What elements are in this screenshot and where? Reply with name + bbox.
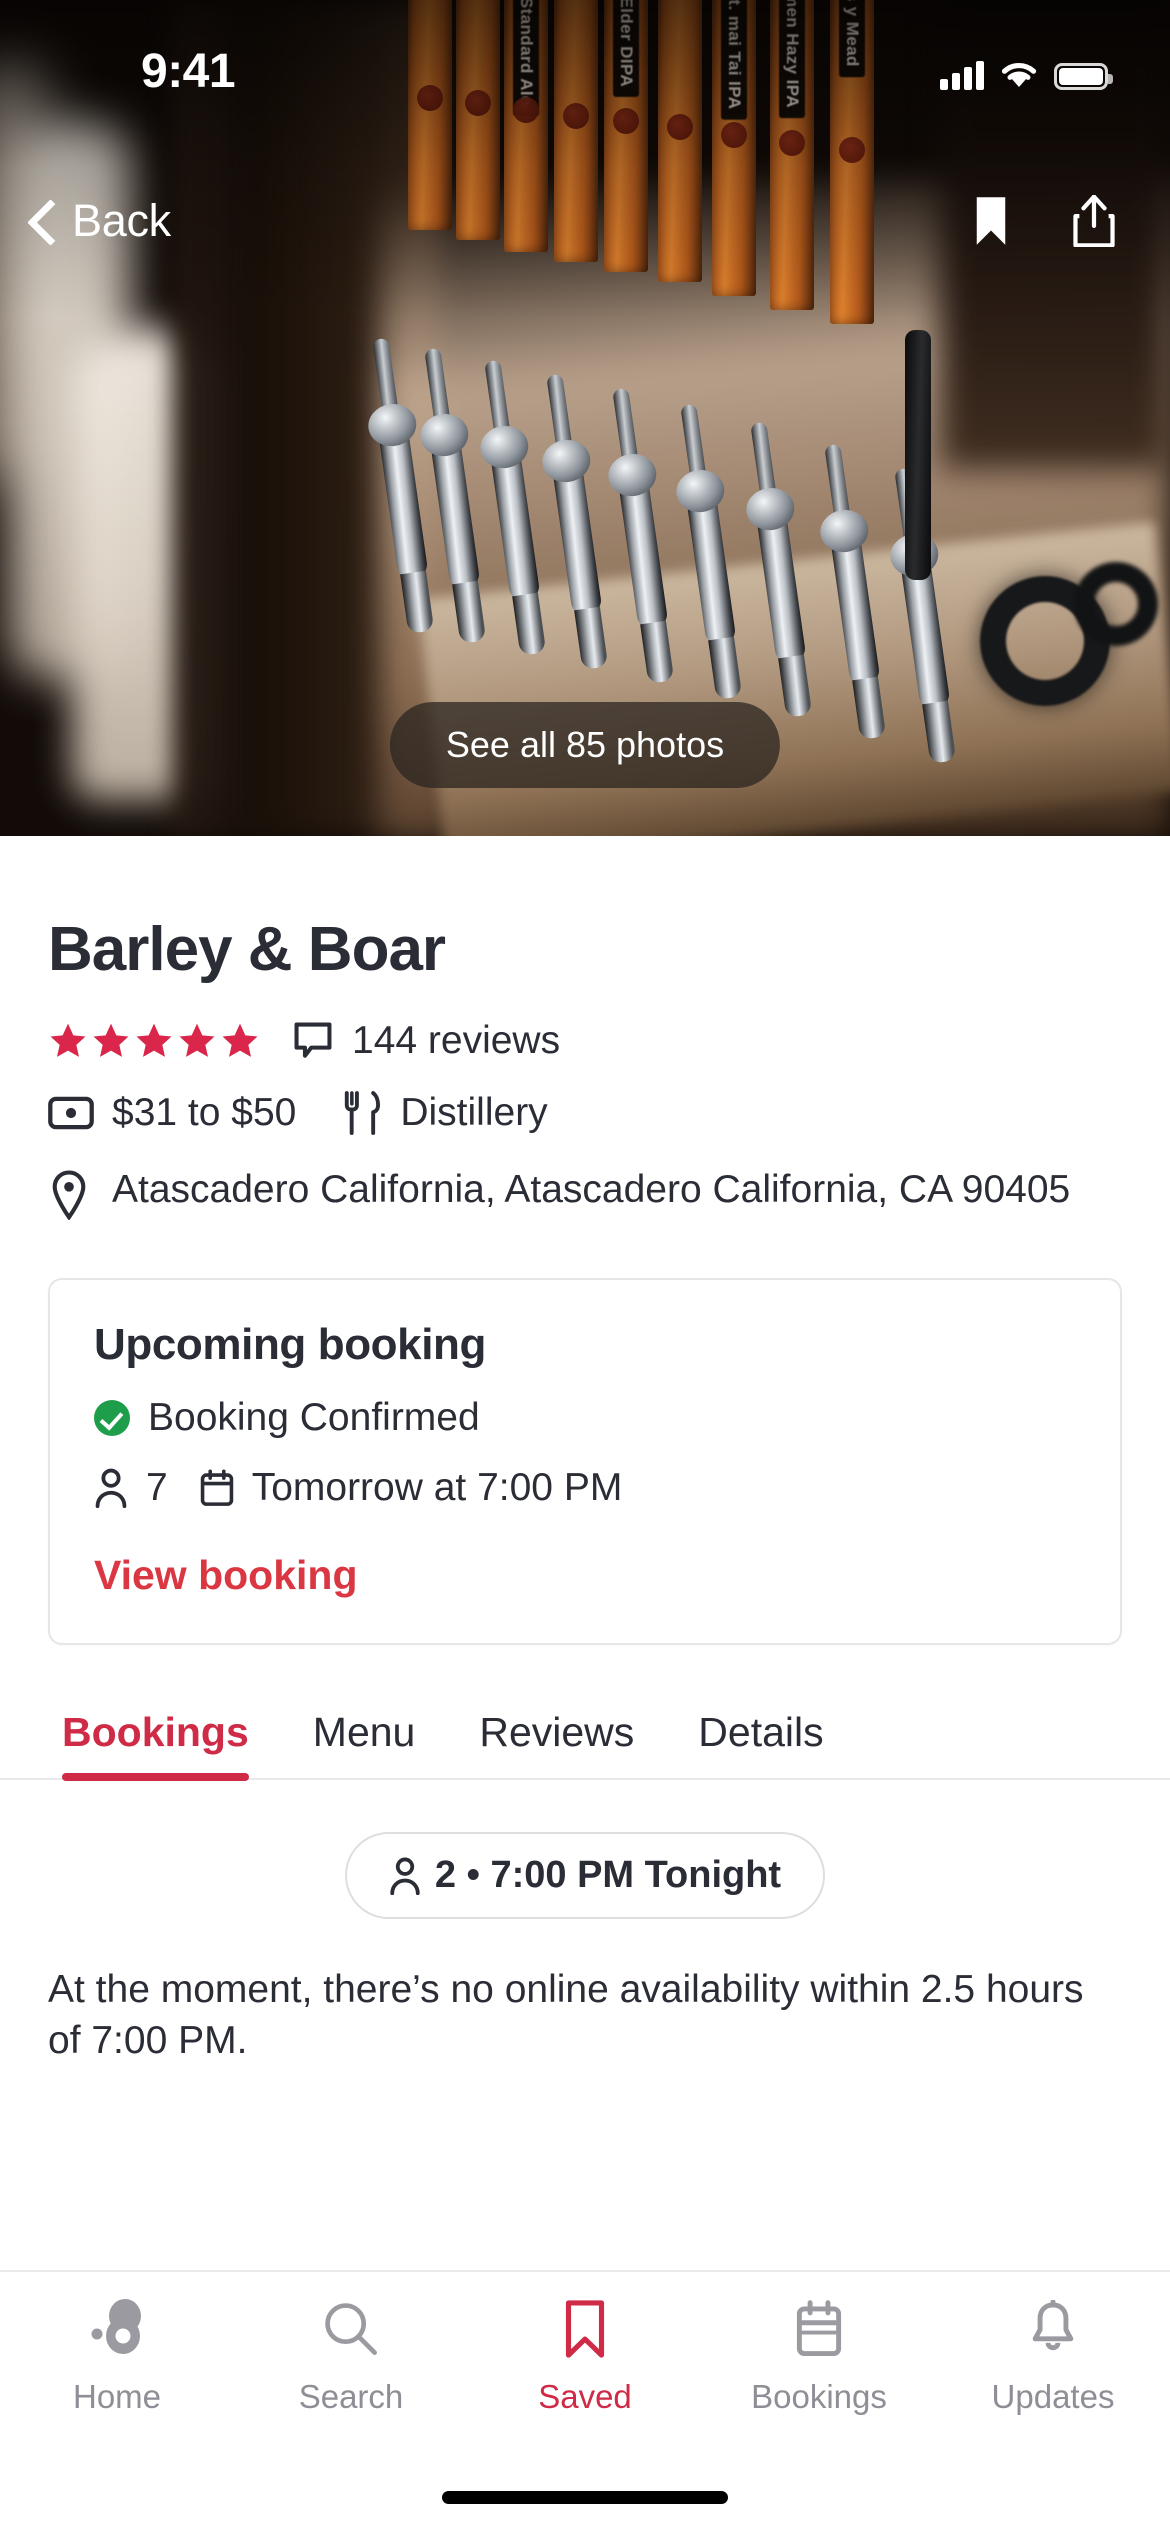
chevron-left-icon (28, 199, 54, 243)
star-icon (222, 1023, 258, 1057)
review-count[interactable]: 144 reviews (352, 1019, 560, 1063)
bookmark-icon (562, 2298, 608, 2360)
address-row[interactable]: Atascadero California, Atascadero Califo… (48, 1165, 1122, 1220)
star-icon (136, 1023, 172, 1057)
cellular-signal-icon (940, 60, 984, 90)
upcoming-booking-heading: Upcoming booking (94, 1320, 487, 1369)
bookmark-icon[interactable] (972, 195, 1010, 247)
upcoming-booking-card[interactable]: Upcoming booking Booking Confirmed 7 Tom… (48, 1278, 1122, 1645)
calendar-icon (794, 2298, 844, 2360)
star-icon (50, 1023, 86, 1057)
cuisine-type: Distillery (400, 1091, 548, 1134)
price-cuisine-row: $31 to $50 Distillery (48, 1091, 1170, 1135)
star-icon (93, 1023, 129, 1057)
availability-message: At the moment, there’s no online availab… (48, 1968, 1084, 2062)
price-range-group: $31 to $50 (48, 1091, 296, 1135)
nav-item-home[interactable]: Home (0, 2298, 234, 2416)
rating-row: 144 reviews (48, 1019, 1170, 1063)
see-all-photos-button[interactable]: See all 85 photos (389, 702, 781, 788)
person-icon (95, 1468, 127, 1508)
person-icon (390, 1857, 420, 1895)
bell-icon (1028, 2298, 1078, 2360)
party-time-selector[interactable]: 2 • 7:00 PM Tonight (344, 1832, 826, 1919)
back-button-label: Back (72, 195, 171, 246)
opentable-logo-icon (85, 2298, 149, 2360)
address-text: Atascadero California, Atascadero Califo… (112, 1168, 1071, 1211)
party-time-label: 2 • 7:00 PM Tonight (434, 1854, 782, 1896)
review-bubble-icon (294, 1022, 332, 1058)
money-icon (48, 1096, 94, 1130)
tab-details[interactable]: Details (666, 1709, 855, 1778)
top-navigation-bar: Back (0, 176, 1170, 266)
nav-label-bookings: Bookings (751, 2378, 887, 2415)
nav-label-updates: Updates (991, 2378, 1115, 2415)
tab-bookings[interactable]: Bookings (30, 1709, 281, 1781)
cuisine-group: Distillery (342, 1091, 548, 1135)
booking-when: Tomorrow at 7:00 PM (251, 1466, 623, 1509)
booking-party-size: 7 (146, 1466, 168, 1509)
tab-reviews[interactable]: Reviews (447, 1709, 666, 1778)
nav-item-updates[interactable]: Updates (936, 2298, 1170, 2416)
booking-status-text: Booking Confirmed (148, 1396, 480, 1439)
home-indicator (442, 2491, 728, 2504)
status-bar: 9:41 (0, 0, 1170, 140)
calendar-icon (200, 1469, 233, 1506)
share-icon[interactable] (1072, 195, 1116, 247)
nav-item-search[interactable]: Search (234, 2298, 468, 2416)
nav-item-bookings[interactable]: Bookings (702, 2298, 936, 2416)
restaurant-detail-content: Barley & Boar 144 reviews $31 to $50 Dis… (0, 836, 1170, 2066)
booking-details-row: 7 Tomorrow at 7:00 PM (94, 1466, 1076, 1510)
price-range: $31 to $50 (112, 1091, 297, 1134)
search-icon (322, 2298, 380, 2360)
tab-menu[interactable]: Menu (281, 1709, 448, 1778)
back-button[interactable]: Back (28, 195, 171, 247)
nav-label-search: Search (298, 2378, 404, 2415)
check-circle-icon (94, 1400, 130, 1436)
star-rating (48, 1021, 260, 1061)
nav-label-saved: Saved (538, 2378, 632, 2415)
location-pin-icon (52, 1170, 86, 1220)
restaurant-name: Barley & Boar (48, 915, 446, 984)
view-booking-link[interactable]: View booking (94, 1552, 1076, 1599)
detail-tabs: Bookings Menu Reviews Details (0, 1709, 1170, 1781)
status-bar-time: 9:41 (141, 45, 236, 98)
fork-knife-icon (345, 1091, 381, 1135)
nav-item-saved[interactable]: Saved (468, 2298, 702, 2416)
wifi-icon (1001, 63, 1037, 87)
nav-label-home: Home (72, 2378, 162, 2415)
battery-icon (1054, 63, 1113, 90)
booking-status-row: Booking Confirmed (94, 1396, 1076, 1440)
star-icon (179, 1023, 215, 1057)
